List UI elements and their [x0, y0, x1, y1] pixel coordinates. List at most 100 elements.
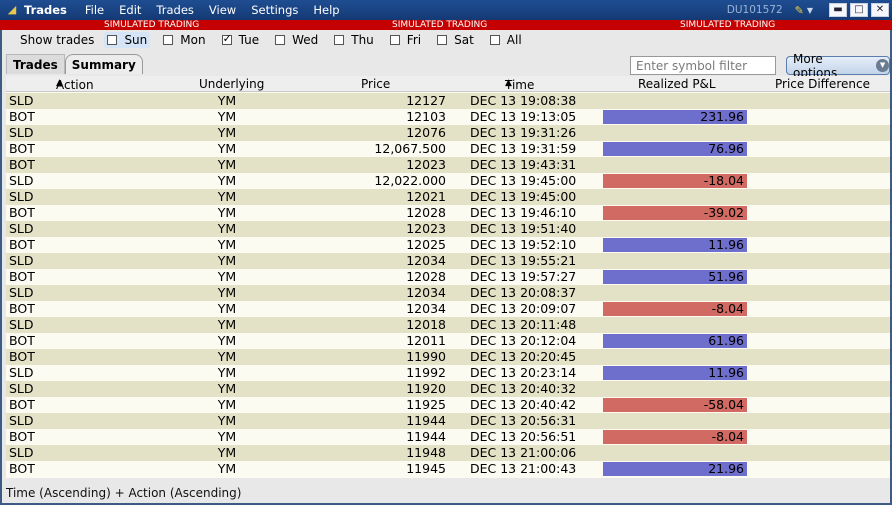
table-row[interactable]: BOT YM 12028 DEC 13 19:57:27 51.96 [6, 269, 890, 285]
title-bar: ◢ Trades File Edit Trades View Settings … [0, 0, 892, 20]
table-row[interactable]: SLD YM 12076 DEC 13 19:31:26 [6, 125, 890, 141]
close-button[interactable]: ✕ [871, 3, 889, 17]
menu-edit[interactable]: Edit [119, 3, 141, 17]
table-row[interactable]: BOT YM 11925 DEC 13 20:40:42 -58.04 [6, 397, 890, 413]
table-row[interactable]: SLD YM 12127 DEC 13 19:08:38 [6, 93, 890, 109]
day-label: Wed [292, 33, 319, 47]
table-row[interactable]: BOT YM 11945 DEC 13 21:00:43 21.96 [6, 461, 890, 477]
time-cell: DEC 13 20:11:48 [470, 317, 577, 332]
day-filter-wed[interactable]: Wed [272, 32, 321, 48]
checkbox[interactable] [437, 35, 448, 45]
day-filter-thu[interactable]: Thu [331, 32, 377, 48]
time-cell: DEC 13 20:08:37 [470, 285, 577, 300]
table-row[interactable]: BOT YM 12025 DEC 13 19:52:10 11.96 [6, 237, 890, 253]
underlying-cell: YM [217, 333, 237, 348]
menu-help[interactable]: Help [313, 3, 339, 17]
underlying-cell: YM [217, 349, 237, 364]
price-cell: 11944 [406, 429, 446, 444]
table-row[interactable]: SLD YM 12,022.000 DEC 13 19:45:00 -18.04 [6, 173, 890, 189]
realized-pnl-cell: -39.02 [603, 206, 747, 220]
price-cell: 12023 [406, 221, 446, 236]
checkbox[interactable] [221, 32, 232, 45]
menu-view[interactable]: View [209, 3, 236, 17]
table-row[interactable]: SLD YM 11948 DEC 13 21:00:06 [6, 445, 890, 461]
chevron-down-icon[interactable]: ▼ [807, 6, 813, 15]
more-options-button[interactable]: More options ▼ [786, 52, 890, 80]
table-row[interactable]: BOT YM 12103 DEC 13 19:13:05 231.96 [6, 109, 890, 125]
day-filter-all[interactable]: All [487, 32, 525, 48]
table-row[interactable]: SLD YM 11992 DEC 13 20:23:14 11.96 [6, 365, 890, 381]
table-row[interactable]: SLD YM 12018 DEC 13 20:11:48 [6, 317, 890, 333]
table-row[interactable]: BOT YM 12,067.500 DEC 13 19:31:59 76.96 [6, 141, 890, 157]
realized-pnl-cell: -8.04 [603, 430, 747, 444]
tab-summary[interactable]: Summary [64, 54, 143, 74]
checkbox[interactable] [489, 35, 500, 45]
underlying-cell: YM [217, 429, 237, 444]
table-row[interactable]: SLD YM 12021 DEC 13 19:45:00 [6, 189, 890, 205]
checkbox[interactable] [334, 35, 345, 45]
checkbox[interactable] [275, 35, 286, 45]
minimize-button[interactable]: ▬ [829, 3, 847, 17]
table-row[interactable]: SLD YM 11944 DEC 13 20:56:31 [6, 413, 890, 429]
underlying-cell: YM [217, 269, 237, 284]
time-cell: DEC 13 21:00:43 [470, 461, 577, 476]
table-body: SLD YM 12127 DEC 13 19:08:38 BOT YM 12103 DEC 1… [6, 93, 890, 477]
action-cell: BOT [9, 269, 35, 284]
underlying-cell: YM [217, 189, 237, 204]
table-row[interactable]: SLD YM 12023 DEC 13 19:51:40 [6, 221, 890, 237]
checkbox[interactable] [389, 35, 400, 45]
table-row[interactable]: SLD YM 11920 DEC 13 20:40:32 [6, 381, 890, 397]
day-filter-mon[interactable]: Mon [160, 32, 208, 48]
menu-settings[interactable]: Settings [251, 3, 298, 17]
checkbox[interactable] [163, 35, 174, 45]
column-header-underlying[interactable]: Underlying [199, 77, 264, 91]
restore-button[interactable]: □ [850, 3, 868, 17]
price-cell: 11990 [406, 349, 446, 364]
sort-status: Time (Ascending) + Action (Ascending) [6, 486, 242, 500]
time-cell: DEC 13 20:12:04 [470, 333, 577, 348]
tab-trades[interactable]: Trades [6, 54, 65, 74]
table-row[interactable]: BOT YM 12011 DEC 13 20:12:04 61.96 [6, 333, 890, 349]
day-label: Thu [351, 33, 374, 47]
day-label: Tue [238, 33, 260, 47]
table-row[interactable]: BOT YM 11944 DEC 13 20:56:51 -8.04 [6, 429, 890, 445]
day-filter-fri[interactable]: Fri [387, 32, 424, 48]
price-cell: 11920 [406, 381, 446, 396]
action-cell: BOT [9, 349, 35, 364]
table-row[interactable]: BOT YM 12034 DEC 13 20:09:07 -8.04 [6, 301, 890, 317]
action-cell: BOT [9, 461, 35, 476]
symbol-filter-input[interactable] [630, 56, 776, 75]
menu-trades[interactable]: Trades [156, 3, 193, 17]
column-header-price[interactable]: Price [361, 77, 390, 91]
table-row[interactable]: BOT YM 11990 DEC 13 20:20:45 [6, 349, 890, 365]
day-filter-tue[interactable]: Tue [219, 32, 263, 48]
table-row[interactable]: BOT YM 12028 DEC 13 19:46:10 -39.02 [6, 205, 890, 221]
table-row[interactable]: SLD YM 12034 DEC 13 19:55:21 [6, 253, 890, 269]
column-header-price-difference[interactable]: Price Difference [775, 77, 870, 91]
action-cell: SLD [9, 381, 34, 396]
action-cell: BOT [9, 397, 35, 412]
price-cell: 11992 [406, 365, 446, 380]
underlying-cell: YM [217, 157, 237, 172]
action-cell: BOT [9, 141, 35, 156]
column-header-realized-pnl[interactable]: Realized P&L [638, 77, 716, 91]
price-cell: 12025 [406, 237, 446, 252]
checkbox[interactable] [107, 35, 118, 45]
day-label: Sun [124, 33, 148, 47]
table-row[interactable]: BOT YM 12023 DEC 13 19:43:31 [6, 157, 890, 173]
price-cell: 11944 [406, 413, 446, 428]
underlying-cell: YM [217, 221, 237, 236]
day-filter-sat[interactable]: Sat [434, 32, 477, 48]
underlying-cell: YM [217, 365, 237, 380]
price-cell: 12076 [406, 125, 446, 140]
time-cell: DEC 13 19:51:40 [470, 221, 577, 236]
table-row[interactable]: SLD YM 12034 DEC 13 20:08:37 [6, 285, 890, 301]
underlying-cell: YM [217, 397, 237, 412]
time-cell: DEC 13 19:45:00 [470, 173, 577, 188]
action-cell: SLD [9, 125, 34, 140]
day-filter-sun[interactable]: Sun [104, 32, 151, 48]
menu-file[interactable]: File [85, 3, 104, 17]
pin-icon[interactable]: ✎ [795, 4, 804, 17]
underlying-cell: YM [217, 125, 237, 140]
banner-text: SIMULATED TRADING [392, 20, 488, 30]
